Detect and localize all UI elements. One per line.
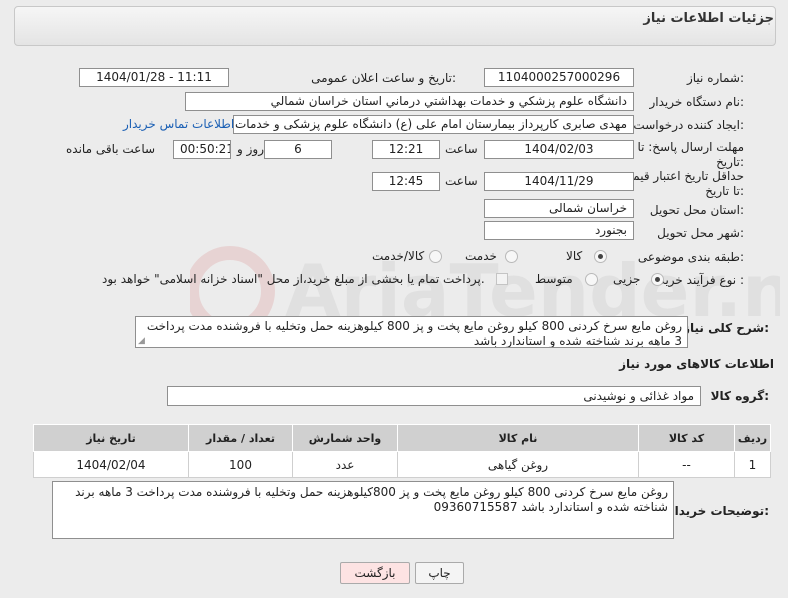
remaining-time-field[interactable]: 00:50:21 (173, 140, 231, 159)
contact-buyer-link[interactable]: اطلاعات تماس خریدار (123, 117, 234, 131)
buyer-org-label: نام دستگاه خریدار: (649, 95, 745, 109)
column-header: نام کالا (397, 424, 639, 452)
process-radio-medium[interactable] (585, 273, 598, 286)
table-cell: 1 (734, 451, 771, 478)
days-field[interactable]: 6 (264, 140, 332, 159)
province-field[interactable]: خراسان شمالی (484, 199, 634, 218)
category-radio-goods[interactable] (594, 250, 607, 263)
days-label: روز و (237, 142, 264, 156)
process-option-medium: متوسط (535, 272, 573, 286)
price-validity-time-label: ساعت (445, 174, 478, 188)
buyer-notes-text: روغن مایع سرخ کردنی 800 کیلو روغن مایع پ… (75, 485, 668, 514)
city-field[interactable]: بجنورد (484, 221, 634, 240)
process-label: نوع فرآیند خرید : (659, 273, 744, 287)
need-number-label: شماره نیاز: (686, 71, 744, 85)
goods-table: ردیف کد کالا نام کالا واحد شمارش تعداد /… (33, 424, 771, 478)
goods-group-field[interactable]: مواد غذائی و نوشیدنی (167, 386, 701, 406)
panel-title: جزئیات اطلاعات نیاز (643, 11, 774, 26)
resize-grip-icon[interactable]: ◢ (138, 337, 145, 346)
announce-field[interactable]: 1404/01/28 - 11:11 (79, 68, 229, 87)
creator-field[interactable]: مهدی صابری کارپرداز بیمارستان امام علی (… (233, 115, 634, 134)
category-option-goods: کالا (566, 249, 583, 263)
need-number-field[interactable]: 1104000257000296 (484, 68, 634, 87)
category-option-goods-service: کالا/خدمت (372, 249, 425, 263)
table-cell: عدد (292, 451, 398, 478)
treasury-payment-note: پرداخت تمام یا بخشی از مبلغ خرید،از محل … (102, 272, 485, 286)
buyer-org-field[interactable]: دانشگاه علوم پزشکي و خدمات بهداشتي درمان… (185, 92, 634, 111)
table-cell: -- (638, 451, 735, 478)
process-radio-small[interactable] (651, 273, 664, 286)
description-text: روغن مایع سرخ کردنی 800 کیلو روغن مایع پ… (146, 319, 682, 348)
category-label: طبقه بندی موضوعی: (637, 250, 744, 264)
province-label: استان محل تحویل: (649, 203, 744, 217)
column-header: کد کالا (638, 424, 735, 452)
deadline-time-label: ساعت (445, 142, 478, 156)
description-label: شرح کلی نیاز: (683, 321, 769, 335)
buyer-notes-textarea[interactable]: روغن مایع سرخ کردنی 800 کیلو روغن مایع پ… (52, 481, 674, 539)
process-option-small: جزیی (613, 272, 641, 286)
column-header: واحد شمارش (292, 424, 398, 452)
treasury-payment-checkbox[interactable] (496, 273, 508, 285)
goods-table-header: ردیف کد کالا نام کالا واحد شمارش تعداد /… (33, 424, 771, 452)
announce-label: تاریخ و ساعت اعلان عمومی: (311, 71, 456, 85)
table-cell: 1404/02/04 (33, 451, 189, 478)
remaining-label: ساعت باقی مانده (66, 142, 156, 156)
category-option-service: خدمت (465, 249, 497, 263)
buyer-notes-label: توضیحات خریدار: (667, 504, 769, 518)
table-cell: روغن گیاهی (397, 451, 639, 478)
deadline-date-field[interactable]: 1404/02/03 (484, 140, 634, 159)
deadline-time-field[interactable]: 12:21 (372, 140, 440, 159)
goods-group-label: گروه کالا: (710, 389, 769, 403)
category-radio-service[interactable] (505, 250, 518, 263)
print-button[interactable]: چاپ (415, 562, 464, 584)
back-button[interactable]: بازگشت (340, 562, 410, 584)
deadline-label: مهلت ارسال پاسخ: تا تاریخ: (637, 140, 744, 169)
price-validity-date-field[interactable]: 1404/11/29 (484, 172, 634, 191)
column-header: تاریخ نیاز (33, 424, 189, 452)
column-header: تعداد / مقدار (188, 424, 293, 452)
city-label: شهر محل تحویل: (657, 226, 744, 240)
price-validity-time-field[interactable]: 12:45 (372, 172, 440, 191)
table-cell: 100 (188, 451, 293, 478)
goods-section-title: اطلاعات کالاهای مورد نیاز (619, 357, 774, 371)
table-row[interactable]: 1 -- روغن گیاهی عدد 100 1404/02/04 (33, 451, 771, 478)
description-textarea[interactable]: روغن مایع سرخ کردنی 800 کیلو روغن مایع پ… (135, 316, 688, 348)
creator-label: ایجاد کننده درخواست: (633, 118, 744, 132)
category-radio-goods-service[interactable] (429, 250, 442, 263)
column-header: ردیف (734, 424, 771, 452)
